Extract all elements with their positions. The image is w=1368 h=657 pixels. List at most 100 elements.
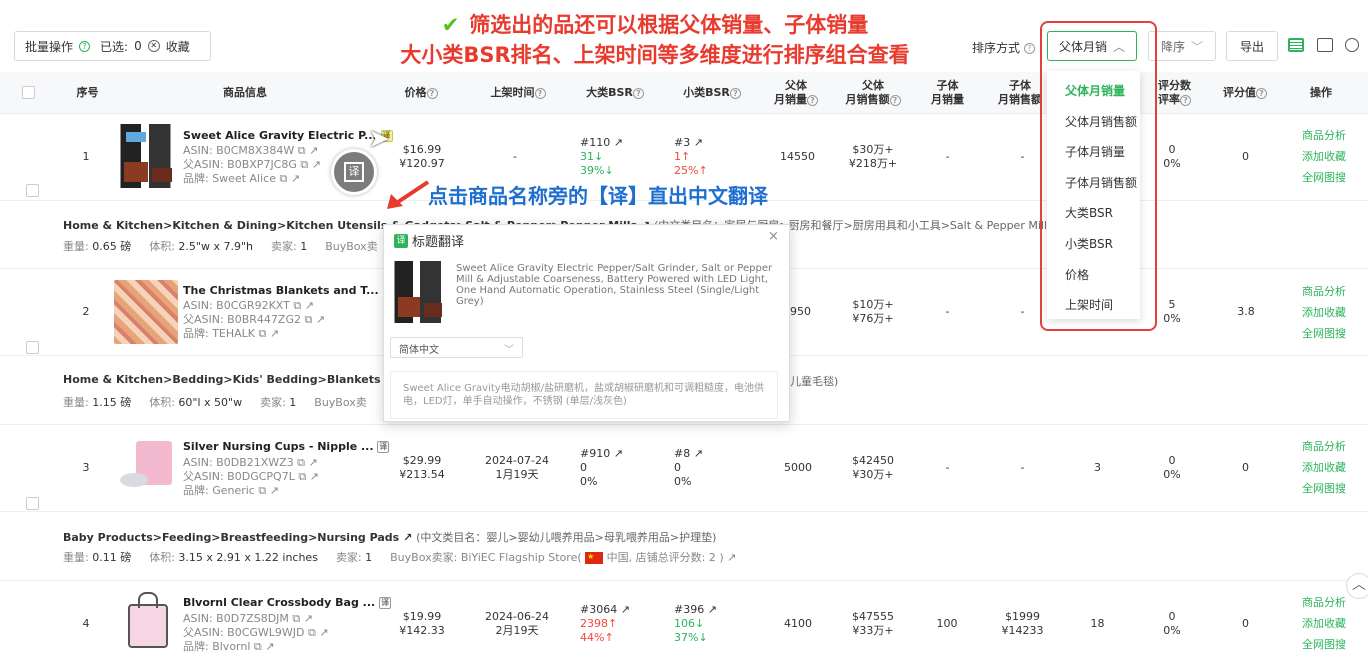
product-name[interactable]: The Christmas Blankets and T... 译 — [183, 284, 395, 297]
header-big-bsr[interactable]: 大类BSR? — [575, 72, 655, 114]
listed-date: 2024-07-24 1月19天 — [485, 454, 549, 481]
header-child-sales[interactable]: 子体 月销量 — [925, 72, 970, 114]
favorite-link[interactable]: 添加收藏 — [1302, 613, 1346, 634]
header-small-bsr[interactable]: 小类BSR? — [672, 72, 752, 114]
image-search-link[interactable]: 全网图搜 — [1302, 167, 1346, 188]
product-image[interactable] — [114, 590, 178, 654]
rating: 0 — [1242, 617, 1249, 630]
child-sales: - — [945, 150, 950, 163]
analysis-link[interactable]: 商品分析 — [1302, 281, 1346, 302]
select-all-checkbox[interactable] — [22, 86, 35, 99]
review-rate: 0 0% — [1163, 143, 1181, 170]
annotation-translate-hint: 点击商品名称旁的【译】直出中文翻译 — [428, 184, 768, 208]
big-bsr: #110 ↗ 31↓ 39%↓ — [580, 136, 623, 177]
parent-revenue: $47555 ¥33万+ — [852, 610, 894, 637]
favorite-link[interactable]: 添加收藏 — [1302, 146, 1346, 167]
favorite-link[interactable]: 添加收藏 — [1302, 457, 1346, 478]
clear-selection-icon[interactable]: ✕ — [147, 40, 160, 52]
product-meta: ASIN: B0D7ZS8DJM ⧉ ↗ 父ASIN: B0CGWL9WJD ⧉… — [183, 612, 329, 653]
selected-count: 0 — [134, 39, 142, 53]
chevron-down-icon: ﹀ — [504, 345, 514, 356]
header-product: 商品信息 — [223, 86, 267, 99]
product-image[interactable] — [114, 280, 178, 344]
list-view-icon[interactable] — [1288, 38, 1304, 52]
annotation-top: ✔ 筛选出的品还可以根据父体销量、子体销量 大小类BSR排名、上架时间等多维度进行… — [400, 13, 910, 67]
popup-title: 标题翻译 — [412, 235, 465, 250]
row-ops: 商品分析 添加收藏 全网图搜 — [1302, 436, 1346, 499]
rating: 0 — [1242, 461, 1249, 474]
export-button[interactable]: 导出 — [1226, 31, 1278, 61]
analysis-link[interactable]: 商品分析 — [1302, 436, 1346, 457]
category-path[interactable]: Home & Kitchen>Bedding>Kids' Bedding>Bla… — [63, 373, 426, 386]
translate-badge[interactable]: 译 — [379, 597, 392, 609]
product-meta: ASIN: B0DB21XWZ3 ⧉ ↗ 父ASIN: B0DGCPQ7L ⧉ … — [183, 456, 319, 497]
translation-box: Sweet Alice Gravity电动胡椒/盐研磨机，盐或胡椒研磨机和可调粗… — [390, 371, 778, 419]
child-sales: - — [945, 305, 950, 318]
translation-text: Sweet Alice Gravity电动胡椒/盐研磨机，盐或胡椒研磨机和可调粗… — [403, 383, 765, 407]
favorite-link[interactable]: 添加收藏 — [1302, 302, 1346, 323]
settings-icon[interactable] — [1345, 38, 1359, 52]
row-divider — [0, 424, 1368, 425]
product-attrs: 重量: 1.15 磅体积: 60"l x 50"w 卖家: 1 BuyBox卖 — [63, 396, 367, 409]
sort-label: 排序方式 ? — [972, 39, 1035, 56]
image-view-icon[interactable] — [1317, 38, 1333, 52]
translate-badge[interactable]: 译 — [377, 441, 390, 453]
big-bsr: #3064 ↗ 2398↑ 44%↑ — [580, 603, 630, 644]
header-review-rate[interactable]: 评分数 评率? — [1152, 72, 1197, 114]
review-rate: 0 0% — [1163, 610, 1181, 637]
category-cn-tail: 儿童毛毯) — [790, 375, 839, 388]
row-index: 1 — [82, 150, 90, 163]
image-search-link[interactable]: 全网图搜 — [1302, 478, 1346, 499]
price: $16.99 ¥120.97 — [399, 143, 445, 170]
export-label: 导出 — [1239, 39, 1264, 54]
scroll-top-button[interactable]: ︿ — [1346, 573, 1368, 599]
header-child-rev[interactable]: 子体 月销售额 — [995, 72, 1045, 114]
table-header: 序号 商品信息 价格? 上架时间? 大类BSR? 小类BSR? 父体 月销量? 父… — [0, 72, 1368, 114]
product-meta: ASIN: B0CM8X384W ⧉ ↗ 父ASIN: B0BXP7JC8G ⧉… — [183, 144, 321, 185]
analysis-link[interactable]: 商品分析 — [1302, 125, 1346, 146]
image-search-link[interactable]: 全网图搜 — [1302, 634, 1346, 655]
image-search-link[interactable]: 全网图搜 — [1302, 323, 1346, 344]
product-name[interactable]: Sweet Alice Gravity Electric P... 译 — [183, 129, 393, 142]
favorite-button[interactable]: 收藏 — [166, 38, 190, 55]
review-count: 18 — [1090, 617, 1105, 630]
product-attrs: 重量: 0.65 磅体积: 2.5"w x 7.9"h 卖家: 1 BuyBox卖 — [63, 240, 378, 253]
language-select[interactable]: 简体中文 ﹀ — [390, 337, 523, 358]
row-checkbox[interactable] — [26, 497, 39, 510]
header-parent-sales[interactable]: 父体 月销量? — [765, 72, 827, 114]
product-image[interactable] — [114, 437, 178, 501]
translate-popup: 译 标题翻译 × Sweet Alice Gravity Electric Pe… — [383, 224, 790, 422]
parent-revenue: $42450 ¥30万+ — [852, 454, 894, 481]
child-revenue: - — [1020, 305, 1025, 318]
help-icon[interactable]: ? — [1023, 43, 1035, 54]
header-parent-rev[interactable]: 父体 月销售额? — [843, 72, 903, 114]
child-sales: 100 — [936, 617, 958, 630]
close-icon[interactable]: × — [768, 229, 779, 244]
category-path[interactable]: Baby Products>Feeding>Breastfeeding>Nurs… — [63, 529, 716, 545]
header-listed[interactable]: 上架时间? — [478, 72, 558, 114]
row-checkbox[interactable] — [26, 184, 39, 197]
row-ops: 商品分析 添加收藏 全网图搜 — [1302, 281, 1346, 344]
language-value: 简体中文 — [399, 345, 439, 356]
review-rate: 0 0% — [1163, 454, 1181, 481]
header-price[interactable]: 价格? — [394, 72, 448, 114]
order-select[interactable]: 降序 ﹀ — [1148, 31, 1216, 61]
product-name[interactable]: Silver Nursing Cups - Nipple ... 译 — [183, 440, 390, 453]
help-icon[interactable]: ? — [79, 40, 91, 52]
row-index: 4 — [82, 617, 90, 630]
chevron-down-icon: ﹀ — [1191, 39, 1204, 54]
row-divider — [0, 580, 1368, 581]
small-bsr: #396 ↗ 106↓ 37%↓ — [674, 603, 717, 644]
small-bsr: #3 ↗ 1↑ 25%↑ — [674, 136, 708, 177]
annotation-arrow — [387, 180, 430, 209]
review-rate: 5 0% — [1163, 298, 1181, 325]
header-rating[interactable]: 评分值? — [1215, 72, 1275, 114]
analysis-link[interactable]: 商品分析 — [1302, 592, 1346, 613]
product-name[interactable]: Blvornl Clear Crossbody Bag ... 译 — [183, 596, 392, 609]
product-image[interactable] — [114, 124, 178, 188]
price: $29.99 ¥213.54 — [399, 454, 445, 481]
dropdown-highlight-frame — [1040, 21, 1157, 331]
batch-ops-button[interactable]: 批量操作 — [25, 38, 73, 55]
parent-revenue: $30万+ ¥218万+ — [848, 143, 898, 170]
row-checkbox[interactable] — [26, 341, 39, 354]
